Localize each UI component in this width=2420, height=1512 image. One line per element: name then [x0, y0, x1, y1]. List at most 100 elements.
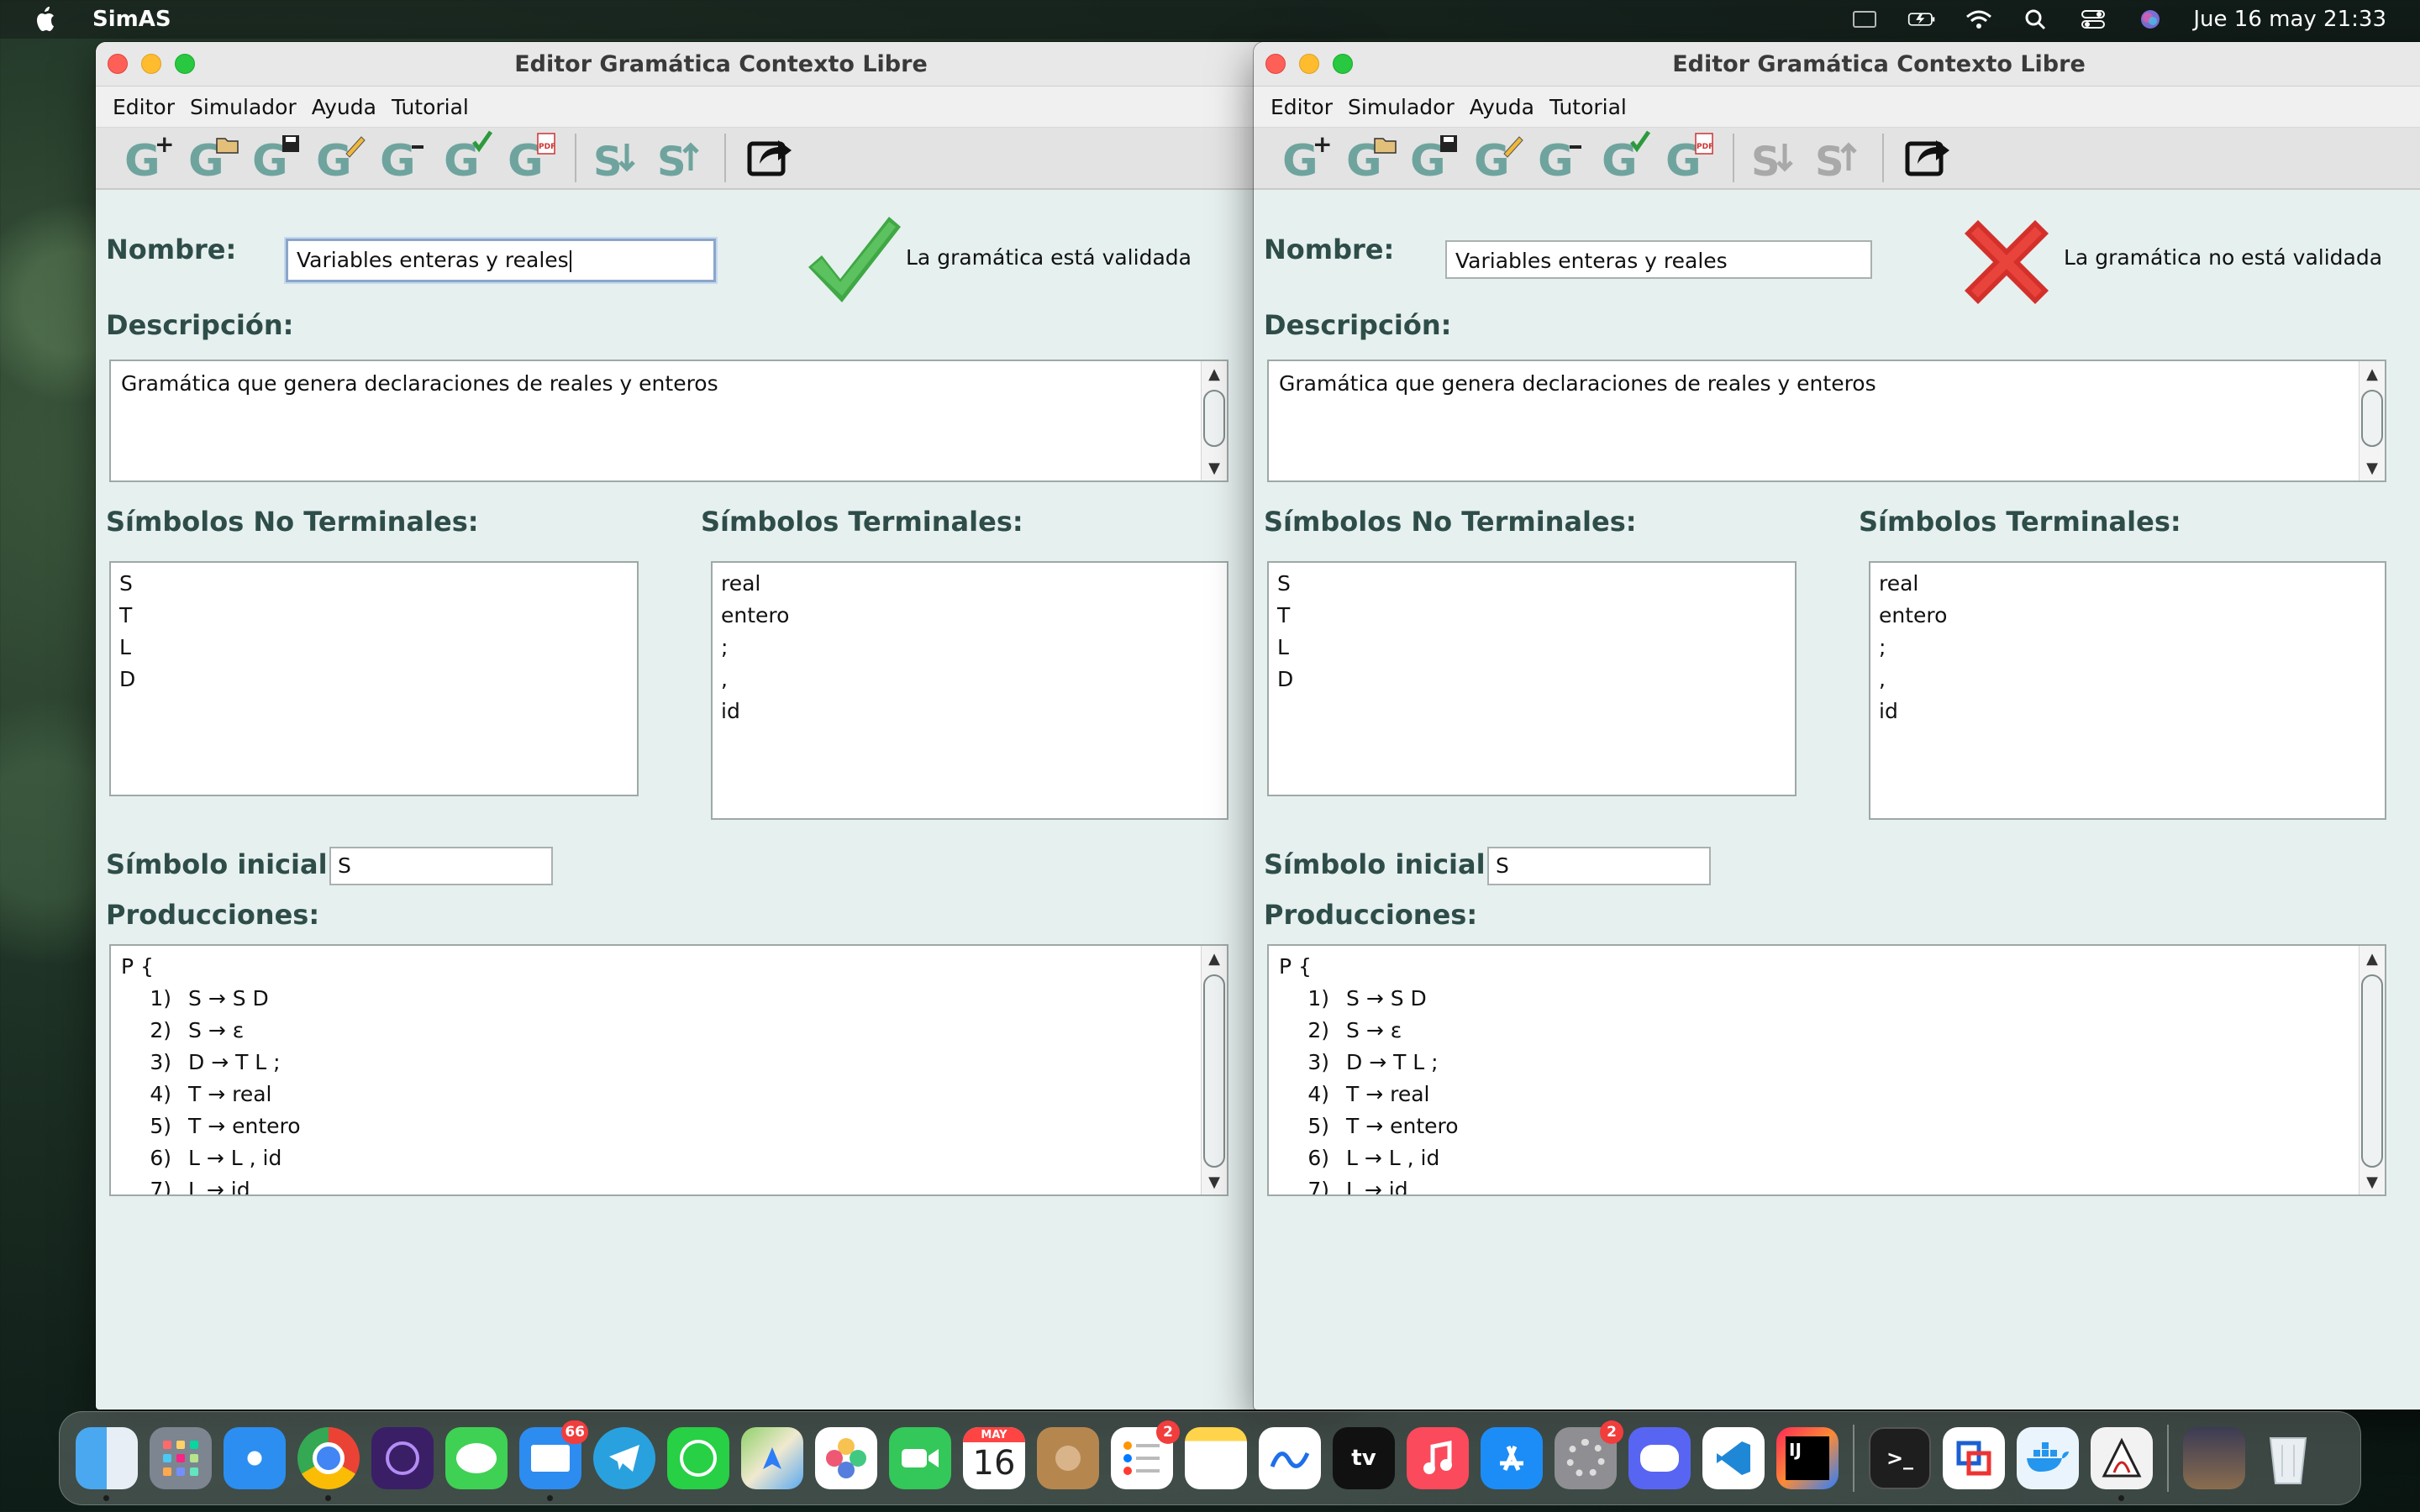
terminales-list[interactable]: real entero ; , id	[711, 561, 1228, 820]
contacts-icon[interactable]	[1037, 1427, 1099, 1489]
share-icon[interactable]	[736, 130, 800, 186]
telegram-icon[interactable]	[593, 1427, 655, 1489]
descripcion-textarea[interactable]: Gramática que genera declaraciones de re…	[109, 360, 1228, 482]
scroll-thumb[interactable]	[1203, 974, 1225, 1168]
nombre-input[interactable]: Variables enteras y reales	[1445, 240, 1872, 279]
new-grammar-icon[interactable]: G +	[118, 130, 182, 186]
no-terminales-list[interactable]: S T L D	[109, 561, 639, 796]
vscode-icon[interactable]	[1702, 1427, 1765, 1489]
menu-tutorial[interactable]: Tutorial	[1549, 95, 1627, 119]
menu-ayuda[interactable]: Ayuda	[312, 95, 376, 119]
export-pdf-icon[interactable]: G PDF	[501, 130, 565, 186]
close-window-button[interactable]	[108, 54, 128, 74]
list-item[interactable]: real	[1879, 568, 2376, 600]
list-item[interactable]: L	[1277, 632, 1786, 664]
reminders-icon[interactable]: 2	[1111, 1420, 1180, 1489]
no-terminales-list[interactable]: S T L D	[1267, 561, 1797, 796]
menu-ayuda[interactable]: Ayuda	[1470, 95, 1534, 119]
simulate-ascending-icon[interactable]: S	[650, 130, 714, 186]
scroll-up-arrow-icon[interactable]: ▲	[1202, 363, 1227, 385]
chrome-icon[interactable]	[297, 1427, 360, 1501]
facetime-icon[interactable]	[889, 1427, 951, 1489]
open-grammar-icon[interactable]: G	[1339, 130, 1403, 186]
scroll-down-arrow-icon[interactable]: ▼	[1202, 1171, 1227, 1193]
scroll-down-arrow-icon[interactable]: ▼	[2360, 1171, 2385, 1193]
finder-icon[interactable]	[76, 1427, 138, 1501]
producciones-textarea[interactable]: P { 1) S → S D 2) S → ε 3) D → T L ; 4) T → …	[1267, 944, 2386, 1196]
downloads-folder-icon[interactable]	[2183, 1427, 2245, 1489]
list-item[interactable]: D	[1277, 664, 1786, 696]
scroll-down-arrow-icon[interactable]: ▼	[1202, 457, 1227, 479]
freeform-icon[interactable]	[1259, 1427, 1321, 1489]
list-item[interactable]: ,	[1879, 664, 2376, 696]
scroll-thumb[interactable]	[1203, 390, 1225, 447]
list-item[interactable]: ;	[1879, 632, 2376, 664]
control-center-icon[interactable]	[2079, 8, 2107, 30]
scroll-thumb[interactable]	[2361, 390, 2383, 447]
list-item[interactable]: T	[119, 600, 629, 632]
menu-simulador[interactable]: Simulador	[1348, 95, 1455, 119]
siri-icon[interactable]	[2136, 8, 2165, 30]
tor-browser-icon[interactable]	[371, 1427, 434, 1489]
zoom-window-button[interactable]	[175, 54, 195, 74]
export-pdf-icon[interactable]: G PDF	[1659, 130, 1723, 186]
scroll-up-arrow-icon[interactable]: ▲	[2360, 363, 2385, 385]
safari-icon[interactable]	[224, 1427, 286, 1489]
list-item[interactable]: S	[1277, 568, 1786, 600]
descripcion-scrollbar[interactable]: ▲ ▼	[2359, 361, 2385, 480]
open-grammar-icon[interactable]: G	[182, 130, 245, 186]
menu-tutorial[interactable]: Tutorial	[392, 95, 469, 119]
list-item[interactable]: S	[119, 568, 629, 600]
share-icon[interactable]	[1894, 130, 1958, 186]
wifi-icon[interactable]	[1965, 8, 1993, 30]
window-titlebar[interactable]: Editor Gramática Contexto Libre	[1254, 42, 2420, 87]
producciones-scrollbar[interactable]: ▲ ▼	[1201, 946, 1227, 1194]
list-item[interactable]: entero	[721, 600, 1218, 632]
scroll-down-arrow-icon[interactable]: ▼	[2360, 457, 2385, 479]
simulate-descending-icon[interactable]: S	[587, 130, 650, 186]
simbolo-inicial-input[interactable]: S	[329, 847, 553, 885]
menu-editor[interactable]: Editor	[1270, 95, 1333, 119]
notes-icon[interactable]	[1185, 1427, 1247, 1489]
producciones-textarea[interactable]: P { 1) S → S D 2) S → ε 3) D → T L ; 4) T → …	[109, 944, 1228, 1196]
scroll-up-arrow-icon[interactable]: ▲	[2360, 948, 2385, 969]
list-item[interactable]: id	[1879, 696, 2376, 727]
intellij-icon[interactable]: IJ	[1776, 1427, 1839, 1489]
scroll-up-arrow-icon[interactable]: ▲	[1202, 948, 1227, 969]
save-grammar-icon[interactable]: G	[1403, 130, 1467, 186]
list-item[interactable]: L	[119, 632, 629, 664]
list-item[interactable]: entero	[1879, 600, 2376, 632]
battery-icon[interactable]	[1907, 8, 1936, 30]
messages-icon[interactable]	[445, 1427, 508, 1489]
producciones-scrollbar[interactable]: ▲ ▼	[2359, 946, 2385, 1194]
list-item[interactable]: ;	[721, 632, 1218, 664]
list-item[interactable]: ,	[721, 664, 1218, 696]
menu-simulador[interactable]: Simulador	[190, 95, 297, 119]
edit-grammar-icon[interactable]: G	[309, 130, 373, 186]
calendar-icon[interactable]: MAY 16	[963, 1427, 1025, 1489]
app-store-icon[interactable]	[1481, 1427, 1543, 1489]
terminal-icon[interactable]: >_	[1869, 1427, 1931, 1489]
whatsapp-icon[interactable]	[667, 1427, 729, 1489]
validate-grammar-icon[interactable]: G	[1595, 130, 1659, 186]
minimize-window-button[interactable]	[141, 54, 161, 74]
apple-tv-icon[interactable]: tv	[1333, 1427, 1395, 1489]
launchpad-icon[interactable]	[150, 1427, 212, 1489]
trash-icon[interactable]	[2257, 1427, 2319, 1489]
menu-editor[interactable]: Editor	[113, 95, 175, 119]
list-item[interactable]: id	[721, 696, 1218, 727]
active-app-name[interactable]: SimAS	[92, 7, 171, 32]
descripcion-textarea[interactable]: Gramática que genera declaraciones de re…	[1267, 360, 2386, 482]
save-grammar-icon[interactable]: G	[245, 130, 309, 186]
validate-grammar-icon[interactable]: G	[437, 130, 501, 186]
screen-mirroring-icon[interactable]	[1850, 8, 1879, 30]
music-icon[interactable]	[1407, 1427, 1469, 1489]
close-window-button[interactable]	[1265, 54, 1286, 74]
list-item[interactable]: T	[1277, 600, 1786, 632]
terminales-list[interactable]: real entero ; , id	[1869, 561, 2386, 820]
delete-grammar-icon[interactable]: G	[1531, 130, 1595, 186]
descripcion-scrollbar[interactable]: ▲ ▼	[1201, 361, 1227, 480]
discord-icon[interactable]	[1628, 1427, 1691, 1489]
simbolo-inicial-input[interactable]: S	[1487, 847, 1711, 885]
vmware-fusion-icon[interactable]	[1943, 1427, 2005, 1489]
